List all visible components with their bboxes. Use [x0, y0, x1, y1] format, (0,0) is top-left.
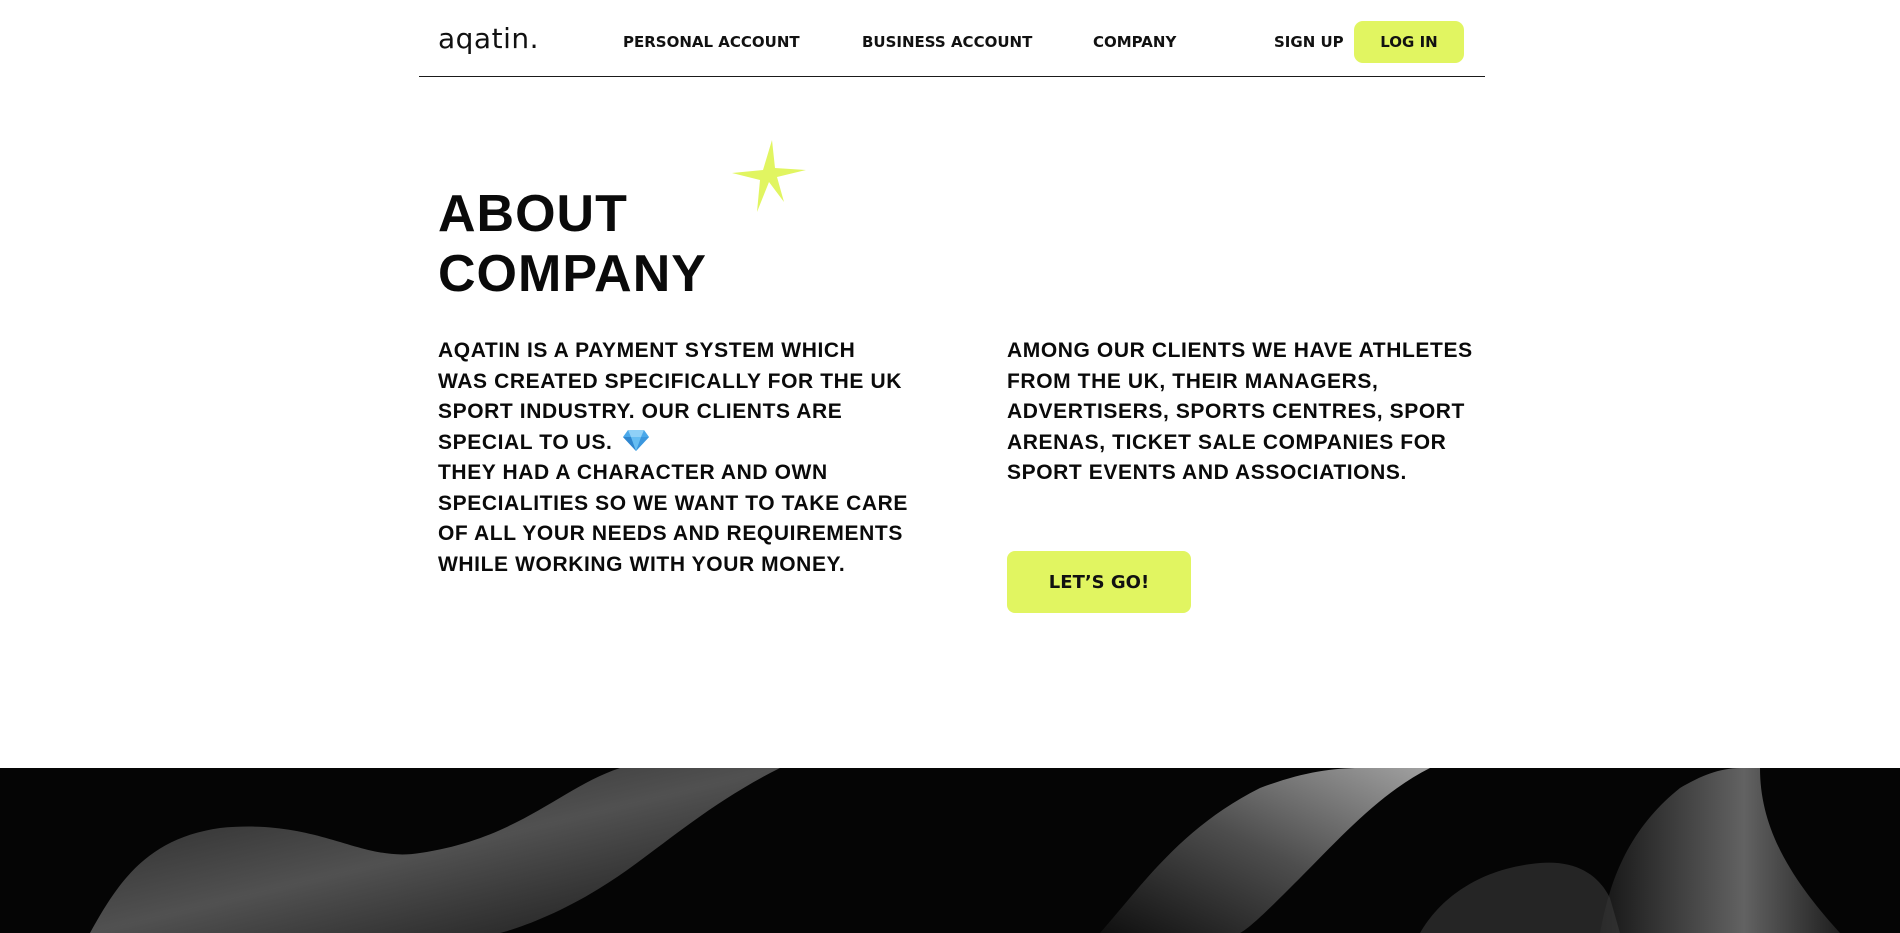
about-text-left: AQATIN IS A PAYMENT SYSTEM WHICH WAS CRE… — [438, 336, 908, 580]
page: aqatin. PERSONAL ACCOUNT BUSINESS ACCOUN… — [0, 0, 1900, 933]
lets-go-button[interactable]: LET’S GO! — [1007, 551, 1191, 613]
sign-up-link[interactable]: SIGN UP — [1274, 33, 1344, 51]
title-line-2: COMPANY — [438, 245, 707, 303]
nav-company[interactable]: COMPANY — [1093, 33, 1176, 51]
log-in-button[interactable]: LOG IN — [1354, 21, 1464, 63]
logo[interactable]: aqatin. — [438, 22, 539, 55]
decorative-dark-band — [0, 768, 1900, 933]
nav-business-account[interactable]: BUSINESS ACCOUNT — [862, 33, 1032, 51]
nav-personal-account[interactable]: PERSONAL ACCOUNT — [623, 33, 800, 51]
about-text-part-1: AQATIN IS A PAYMENT SYSTEM WHICH WAS CRE… — [438, 339, 902, 454]
clients-text: AMONG OUR CLIENTS WE HAVE ATHLETES FROM … — [1007, 339, 1473, 484]
abstract-waves-image — [90, 768, 1840, 933]
gem-icon — [622, 429, 649, 451]
site-header: aqatin. PERSONAL ACCOUNT BUSINESS ACCOUN… — [419, 0, 1485, 77]
star-burst-icon — [732, 140, 806, 212]
title-line-1: ABOUT — [438, 185, 628, 243]
about-text-part-2: THEY HAD A CHARACTER AND OWN SPECIALITIE… — [438, 461, 909, 576]
